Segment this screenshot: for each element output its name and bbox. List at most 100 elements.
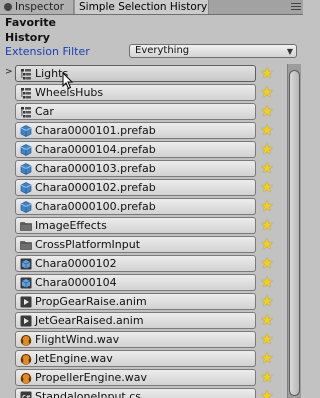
model-icon xyxy=(20,258,32,270)
history-item: FlightWind.wav ★ xyxy=(0,330,280,349)
tab-simple-selection-history[interactable]: Simple Selection History xyxy=(74,0,209,14)
favorite-star-icon[interactable]: ★ xyxy=(259,103,275,119)
tab-bar: Inspector Simple Selection History xyxy=(0,0,303,15)
favorite-star-icon[interactable]: ★ xyxy=(259,293,275,309)
history-item: C# StandaloneInput.cs ★ xyxy=(0,387,280,398)
animation-icon xyxy=(20,296,32,308)
favorite-star-icon[interactable]: ★ xyxy=(259,141,275,157)
history-item: PropGearRaise.anim ★ xyxy=(0,292,280,311)
history-item: Chara0000104.prefab ★ xyxy=(0,140,280,159)
model-icon xyxy=(20,277,32,289)
history-item-button[interactable]: Car xyxy=(15,103,256,120)
history-item-label: Chara0000103.prefab xyxy=(35,162,156,175)
history-item-button[interactable]: CrossPlatformInput xyxy=(15,236,256,253)
history-item: Car ★ xyxy=(0,102,280,121)
history-item: Chara0000102 ★ xyxy=(0,254,280,273)
history-item-button[interactable]: Chara0000104 xyxy=(15,274,256,291)
favorite-star-icon[interactable]: ★ xyxy=(259,160,275,176)
gameobject-icon xyxy=(20,68,32,80)
history-item: Chara0000102.prefab ★ xyxy=(0,178,280,197)
history-item: JetGearRaised.anim ★ xyxy=(0,311,280,330)
animation-icon xyxy=(20,315,32,327)
history-list: > Lights ★ WheelsHubs ★ Car ★ Chara0000101.pref… xyxy=(0,64,303,398)
dropdown-arrow-icon: ▼ xyxy=(286,47,293,56)
inspector-icon xyxy=(4,3,12,11)
gameobject-icon xyxy=(20,106,32,118)
favorite-star-icon[interactable]: ★ xyxy=(259,236,275,252)
tab-history-label: Simple Selection History xyxy=(79,1,208,13)
favorite-star-icon[interactable]: ★ xyxy=(259,255,275,271)
history-item-button[interactable]: Chara0000102 xyxy=(15,255,256,272)
favorite-star-icon[interactable]: ★ xyxy=(259,369,275,385)
scrollbar[interactable] xyxy=(287,64,301,398)
history-item-label: PropellerEngine.wav xyxy=(35,371,148,384)
history-item-button[interactable]: Chara0000101.prefab xyxy=(15,122,256,139)
tab-inspector-label: Inspector xyxy=(15,1,64,13)
extension-filter-value: Everything xyxy=(135,45,190,56)
favorite-star-icon[interactable]: ★ xyxy=(259,84,275,100)
history-item: > Lights ★ xyxy=(0,64,280,83)
history-item-button[interactable]: FlightWind.wav xyxy=(15,331,256,348)
favorite-star-icon[interactable]: ★ xyxy=(259,122,275,138)
history-item: JetEngine.wav ★ xyxy=(0,349,280,368)
history-item-button[interactable]: Lights xyxy=(15,65,256,82)
favorite-star-icon[interactable]: ★ xyxy=(259,388,275,398)
favorite-star-icon[interactable]: ★ xyxy=(259,274,275,290)
history-item-label: JetEngine.wav xyxy=(35,352,113,365)
history-item: WheelsHubs ★ xyxy=(0,83,280,102)
history-item-label: CrossPlatformInput xyxy=(35,238,141,251)
favorite-star-icon[interactable]: ★ xyxy=(259,65,275,81)
tab-inspector[interactable]: Inspector xyxy=(0,0,74,14)
history-item-button[interactable]: JetGearRaised.anim xyxy=(15,312,256,329)
history-item-label: Chara0000100.prefab xyxy=(35,200,156,213)
prefab-icon xyxy=(20,125,32,137)
history-item-label: Chara0000104 xyxy=(35,276,117,289)
favorite-star-icon[interactable]: ★ xyxy=(259,350,275,366)
favorite-star-icon[interactable]: ★ xyxy=(259,217,275,233)
scrollbar-thumb[interactable] xyxy=(289,70,300,396)
history-item-label: JetGearRaised.anim xyxy=(35,314,144,327)
history-item-label: ImageEffects xyxy=(35,219,107,232)
script-icon: C# xyxy=(20,391,32,398)
favorite-star-icon[interactable]: ★ xyxy=(259,331,275,347)
folder-icon xyxy=(20,220,32,232)
history-item-button[interactable]: Chara0000103.prefab xyxy=(15,160,256,177)
history-item-button[interactable]: Chara0000102.prefab xyxy=(15,179,256,196)
history-item: Chara0000104 ★ xyxy=(0,273,280,292)
favorite-star-icon[interactable]: ★ xyxy=(259,312,275,328)
history-heading: History xyxy=(5,31,50,44)
prefab-icon xyxy=(20,144,32,156)
audio-icon xyxy=(20,334,32,346)
history-item-button[interactable]: WheelsHubs xyxy=(15,84,256,101)
audio-icon xyxy=(20,353,32,365)
favorite-heading: Favorite xyxy=(5,16,56,29)
history-item: PropellerEngine.wav ★ xyxy=(0,368,280,387)
history-item: CrossPlatformInput ★ xyxy=(0,235,280,254)
history-item-button[interactable]: JetEngine.wav xyxy=(15,350,256,367)
history-item-label: StandaloneInput.cs xyxy=(35,390,142,398)
audio-icon xyxy=(20,372,32,384)
history-item-label: Chara0000104.prefab xyxy=(35,143,156,156)
history-item-button[interactable]: Chara0000104.prefab xyxy=(15,141,256,158)
history-item-button[interactable]: PropellerEngine.wav xyxy=(15,369,256,386)
history-item: ImageEffects ★ xyxy=(0,216,280,235)
extension-filter-label: Extension Filter xyxy=(5,45,90,58)
history-item-button[interactable]: Chara0000100.prefab xyxy=(15,198,256,215)
window-menu-icon[interactable] xyxy=(291,3,301,11)
history-item-label: Chara0000101.prefab xyxy=(35,124,156,137)
history-item-label: Chara0000102.prefab xyxy=(35,181,156,194)
history-item-button[interactable]: ImageEffects xyxy=(15,217,256,234)
history-item-button[interactable]: C# StandaloneInput.cs xyxy=(15,388,256,398)
selection-marker: > xyxy=(5,67,13,77)
mouse-cursor-icon xyxy=(62,72,74,90)
gameobject-icon xyxy=(20,87,32,99)
favorite-star-icon[interactable]: ★ xyxy=(259,179,275,195)
history-item: Chara0000101.prefab ★ xyxy=(0,121,280,140)
favorite-star-icon[interactable]: ★ xyxy=(259,198,275,214)
prefab-icon xyxy=(20,163,32,175)
history-item: Chara0000100.prefab ★ xyxy=(0,197,280,216)
svg-text:C#: C# xyxy=(22,394,31,398)
prefab-icon xyxy=(20,182,32,194)
extension-filter-dropdown[interactable]: Everything ▼ xyxy=(129,44,297,58)
history-item-button[interactable]: PropGearRaise.anim xyxy=(15,293,256,310)
